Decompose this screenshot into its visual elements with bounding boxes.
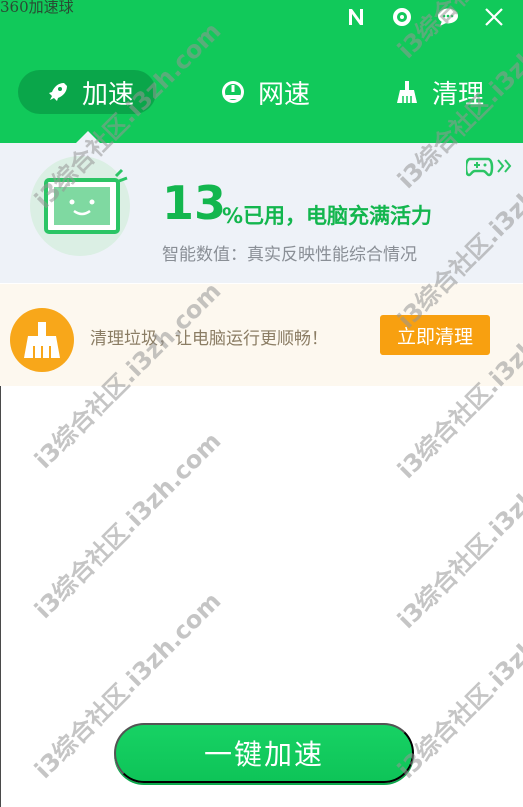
clean-now-button[interactable]: 立即清理 — [380, 315, 490, 355]
settings-gear-icon[interactable] — [391, 6, 413, 28]
gamepad-icon[interactable] — [464, 155, 514, 177]
tab-label: 加速 — [82, 79, 135, 110]
one-click-boost-button[interactable]: 一键加速 — [114, 723, 414, 783]
status-subtitle: 智能数值：真实反映性能综合情况 — [162, 245, 417, 265]
broom-icon — [394, 79, 420, 105]
monitor-badge — [30, 156, 130, 256]
cleanup-message: 清理垃圾，让电脑运行更顺畅！ — [90, 329, 328, 349]
active-tab-pointer — [76, 131, 100, 143]
cleanup-broom-icon — [10, 308, 74, 372]
rocket-icon — [44, 79, 70, 105]
tab-bar: 加速 网速 清理 — [0, 70, 523, 118]
tab-label: 网速 — [258, 79, 311, 110]
usage-text: %已用，电脑充满活力 — [222, 204, 433, 228]
n-logo-icon[interactable] — [345, 6, 367, 28]
window-border — [0, 386, 1, 807]
close-icon[interactable] — [483, 6, 505, 28]
tab-speedup[interactable]: 加速 — [18, 70, 157, 114]
tab-label: 清理 — [432, 79, 485, 110]
speedometer-icon — [220, 79, 246, 105]
chat-bubble-icon[interactable] — [437, 6, 459, 28]
watermark: i3综合社区.i3zh.com — [29, 426, 227, 625]
watermark: i3综合社区.i3zh.com — [392, 436, 523, 635]
tab-cleanup[interactable]: 清理 — [394, 70, 484, 114]
usage-percent: 13 — [162, 176, 227, 230]
header-bar: 360加速球 加速 网速 清理 — [0, 0, 523, 143]
app-title: 360加速球 — [0, 0, 74, 16]
tab-netspeed[interactable]: 网速 — [220, 70, 310, 114]
window-controls — [345, 6, 505, 28]
